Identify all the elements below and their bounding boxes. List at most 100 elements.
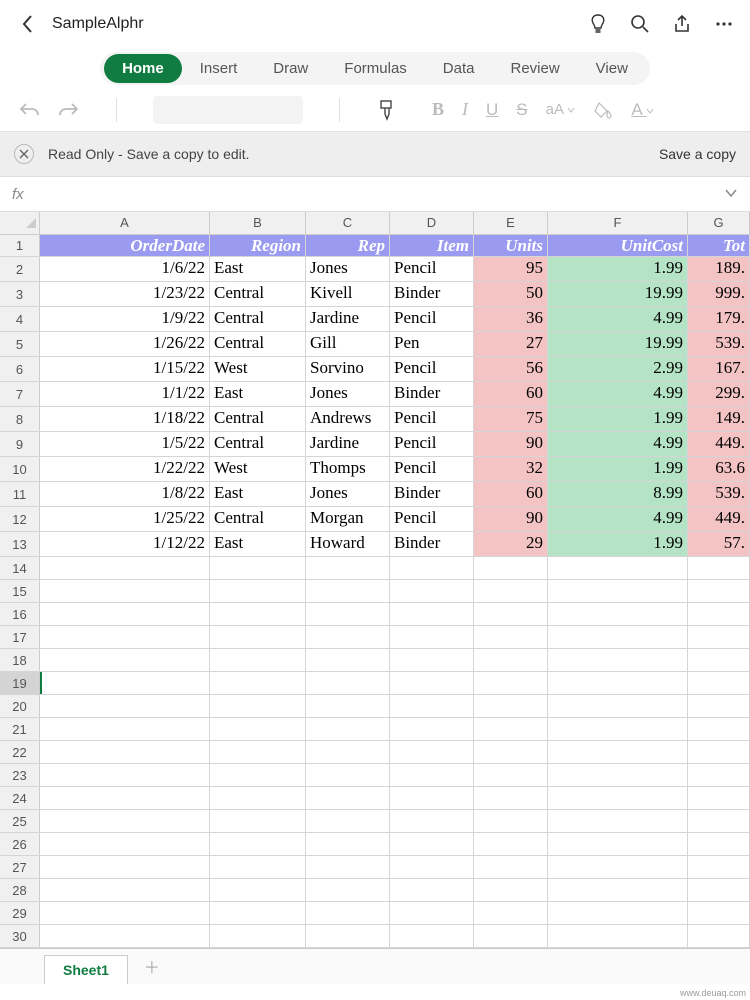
cell[interactable] (40, 695, 210, 717)
cell[interactable]: Pencil (390, 357, 474, 381)
row-header[interactable]: 6 (0, 357, 40, 381)
cell[interactable] (688, 741, 750, 763)
row-header[interactable]: 4 (0, 307, 40, 331)
column-header-B[interactable]: B (210, 212, 306, 234)
cell[interactable]: Andrews (306, 407, 390, 431)
row-header[interactable]: 23 (0, 764, 40, 786)
column-header-F[interactable]: F (548, 212, 688, 234)
cell[interactable] (688, 856, 750, 878)
cell[interactable] (688, 810, 750, 832)
cell[interactable]: Jones (306, 382, 390, 406)
cell[interactable] (548, 741, 688, 763)
more-button[interactable] (714, 14, 734, 34)
cell[interactable] (474, 902, 548, 924)
cell[interactable]: West (210, 357, 306, 381)
cell[interactable]: Binder (390, 532, 474, 556)
cell[interactable] (40, 580, 210, 602)
cell[interactable] (210, 557, 306, 579)
cell[interactable] (474, 695, 548, 717)
cell[interactable] (390, 925, 474, 947)
cell[interactable] (40, 764, 210, 786)
dismiss-banner-button[interactable] (14, 144, 34, 164)
cell[interactable] (306, 833, 390, 855)
cell[interactable] (210, 764, 306, 786)
cell[interactable] (210, 718, 306, 740)
cell[interactable] (390, 718, 474, 740)
cell[interactable] (688, 902, 750, 924)
cell[interactable] (548, 580, 688, 602)
cell[interactable] (688, 649, 750, 671)
row[interactable]: 41/9/22CentralJardinePencil364.99179. (0, 307, 750, 332)
cell[interactable] (390, 833, 474, 855)
row[interactable]: 51/26/22CentralGillPen2719.99539. (0, 332, 750, 357)
row[interactable]: 91/5/22CentralJardinePencil904.99449. (0, 432, 750, 457)
cell[interactable] (548, 856, 688, 878)
sheet-tab[interactable]: Sheet1 (44, 955, 128, 984)
cell[interactable] (210, 672, 306, 694)
tab-draw[interactable]: Draw (255, 54, 326, 83)
cell[interactable]: 1/15/22 (40, 357, 210, 381)
cell[interactable] (210, 741, 306, 763)
cell[interactable]: 60 (474, 382, 548, 406)
cell[interactable]: 57. (688, 532, 750, 556)
row-header[interactable]: 25 (0, 810, 40, 832)
row-header[interactable]: 29 (0, 902, 40, 924)
cell[interactable]: Pencil (390, 257, 474, 281)
cell[interactable] (390, 856, 474, 878)
cell[interactable]: East (210, 382, 306, 406)
cell[interactable] (548, 695, 688, 717)
search-button[interactable] (630, 14, 650, 34)
row-header[interactable]: 2 (0, 257, 40, 281)
row[interactable]: 14 (0, 557, 750, 580)
row[interactable]: 16 (0, 603, 750, 626)
cell[interactable] (390, 649, 474, 671)
row-header[interactable]: 24 (0, 787, 40, 809)
cell[interactable] (40, 672, 210, 694)
cell[interactable] (390, 580, 474, 602)
cell[interactable]: 1/25/22 (40, 507, 210, 531)
cell[interactable] (548, 879, 688, 901)
cell[interactable] (390, 787, 474, 809)
cell[interactable] (688, 695, 750, 717)
cell[interactable]: 1/5/22 (40, 432, 210, 456)
tab-review[interactable]: Review (492, 54, 577, 83)
cell[interactable] (390, 741, 474, 763)
cell[interactable] (688, 580, 750, 602)
cell[interactable]: 4.99 (548, 307, 688, 331)
cell[interactable]: Jardine (306, 432, 390, 456)
cell[interactable] (474, 603, 548, 625)
tips-button[interactable] (588, 13, 608, 35)
tab-view[interactable]: View (578, 54, 646, 83)
cell[interactable]: 60 (474, 482, 548, 506)
spreadsheet[interactable]: ABCDEFG 1OrderDateRegionRepItemUnitsUnit… (0, 212, 750, 948)
cell[interactable] (390, 672, 474, 694)
cell[interactable]: Central (210, 332, 306, 356)
tab-home[interactable]: Home (104, 54, 182, 83)
cell[interactable] (474, 718, 548, 740)
cell[interactable]: Binder (390, 382, 474, 406)
cell[interactable]: 1/22/22 (40, 457, 210, 481)
cell[interactable]: East (210, 532, 306, 556)
cell[interactable]: 1/6/22 (40, 257, 210, 281)
row[interactable]: 71/1/22EastJonesBinder604.99299. (0, 382, 750, 407)
cell[interactable]: 1.99 (548, 257, 688, 281)
cell[interactable]: 95 (474, 257, 548, 281)
cell[interactable]: 1/23/22 (40, 282, 210, 306)
save-copy-button[interactable]: Save a copy (659, 146, 736, 162)
row-header[interactable]: 10 (0, 457, 40, 481)
cell[interactable]: Central (210, 307, 306, 331)
cell[interactable] (390, 626, 474, 648)
cell[interactable]: 149. (688, 407, 750, 431)
cell[interactable]: Pencil (390, 307, 474, 331)
cell[interactable]: 189. (688, 257, 750, 281)
row[interactable]: 19 (0, 672, 750, 695)
cell[interactable]: Central (210, 282, 306, 306)
cell[interactable] (40, 649, 210, 671)
cell[interactable] (306, 718, 390, 740)
italic-button[interactable]: I (462, 99, 468, 120)
cell[interactable] (306, 695, 390, 717)
header-cell[interactable]: Region (210, 235, 306, 256)
row[interactable]: 21 (0, 718, 750, 741)
cell[interactable]: Pencil (390, 407, 474, 431)
cell[interactable]: 999. (688, 282, 750, 306)
